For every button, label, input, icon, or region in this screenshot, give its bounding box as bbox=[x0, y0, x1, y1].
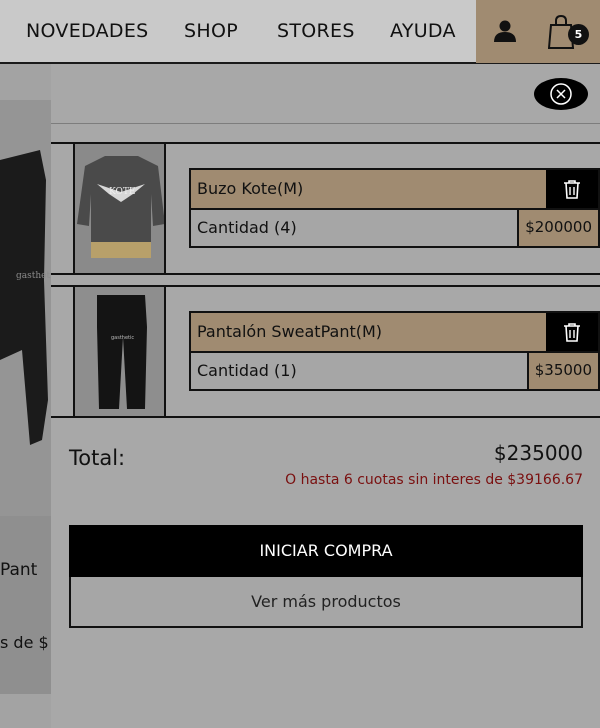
background-product-price: s de $ bbox=[0, 633, 49, 652]
cart-item-quantity: Cantidad (4) bbox=[197, 218, 297, 237]
total-label: Total: bbox=[69, 446, 126, 470]
installments-text: O hasta 6 cuotas sin interes de $39166.6… bbox=[285, 472, 583, 488]
background-page: gastheti Pant s de $ bbox=[0, 64, 51, 728]
nav-icon-area: 5 bbox=[476, 0, 600, 63]
cart-count-badge: 5 bbox=[568, 24, 589, 45]
cart-item-name-row: Buzo Kote(M) bbox=[189, 168, 600, 210]
start-checkout-button[interactable]: INICIAR COMPRA bbox=[69, 525, 583, 577]
background-product-image: gastheti bbox=[0, 100, 51, 516]
nav-link-novedades[interactable]: NOVEDADES bbox=[26, 20, 149, 42]
cart-item-price: $35000 bbox=[526, 353, 598, 389]
user-icon[interactable] bbox=[492, 18, 518, 44]
nav-link-ayuda[interactable]: AYUDA bbox=[390, 20, 456, 42]
cart-item-quantity-row: Cantidad (1) $35000 bbox=[189, 353, 600, 391]
cart-item-name-row: Pantalón SweatPant(M) bbox=[189, 311, 600, 353]
cart-item: gasthetic Pantalón SweatPant(M) Cantidad… bbox=[51, 285, 600, 418]
nav-link-shop[interactable]: SHOP bbox=[184, 20, 238, 42]
svg-text:KOTE: KOTE bbox=[109, 187, 135, 197]
close-icon bbox=[550, 83, 572, 105]
view-more-products-button[interactable]: Ver más productos bbox=[69, 577, 583, 628]
top-navigation: NOVEDADES SHOP STORES AYUDA 5 bbox=[0, 0, 600, 64]
cart-item-image: gasthetic bbox=[73, 287, 166, 416]
cart-item-quantity: Cantidad (1) bbox=[197, 361, 297, 380]
remove-item-button[interactable] bbox=[546, 313, 598, 351]
background-product-name: Pant bbox=[0, 560, 38, 580]
cart-drawer: KOTE Buzo Kote(M) Cantidad (4) $200000 g… bbox=[51, 64, 600, 728]
remove-item-button[interactable] bbox=[546, 170, 598, 208]
cart-item-price: $200000 bbox=[517, 210, 598, 246]
total-value: $235000 bbox=[493, 441, 583, 465]
drawer-header-divider bbox=[51, 123, 600, 124]
nav-link-stores[interactable]: STORES bbox=[277, 20, 355, 42]
cart-item-name: Buzo Kote(M) bbox=[197, 179, 304, 198]
close-cart-button[interactable] bbox=[534, 78, 588, 110]
trash-icon bbox=[564, 180, 580, 199]
cart-item-name: Pantalón SweatPant(M) bbox=[197, 322, 383, 341]
cart-item: KOTE Buzo Kote(M) Cantidad (4) $200000 bbox=[51, 142, 600, 275]
cart-item-quantity-row: Cantidad (4) $200000 bbox=[189, 210, 600, 248]
cart-item-image: KOTE bbox=[73, 144, 166, 273]
trash-icon bbox=[564, 323, 580, 342]
svg-text:gastheti: gastheti bbox=[16, 271, 51, 281]
background-product-card: gastheti Pant s de $ bbox=[0, 100, 51, 694]
svg-text:gasthetic: gasthetic bbox=[111, 335, 134, 341]
